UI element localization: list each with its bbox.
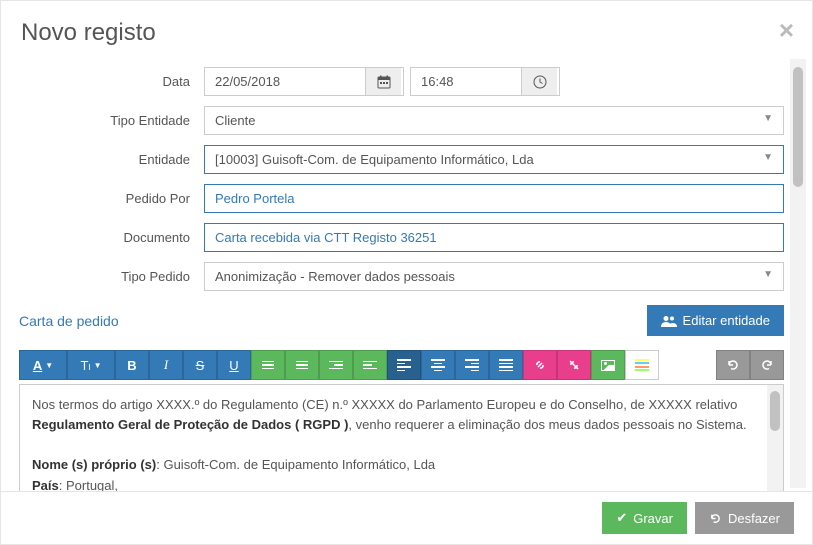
chevron-down-icon: ▼ (753, 263, 783, 290)
editor-text: , venho requerer a eliminação dos meus d… (348, 417, 746, 432)
close-icon[interactable]: × (779, 17, 794, 43)
check-icon: ✔ (616, 510, 627, 526)
undo-button[interactable] (716, 350, 750, 380)
desfazer-button[interactable]: Desfazer (695, 502, 794, 534)
editor-scrollbar[interactable] (767, 385, 783, 491)
chevron-down-icon: ▼ (753, 107, 783, 134)
unlink-button[interactable] (557, 350, 591, 380)
editar-entidade-button[interactable]: Editar entidade (647, 305, 784, 336)
align-center-button[interactable] (421, 350, 455, 380)
modal-title: Novo registo (21, 19, 792, 47)
pais-value: : Portugal, (59, 478, 118, 491)
clock-icon[interactable] (521, 68, 557, 95)
gravar-button[interactable]: ✔ Gravar (602, 502, 687, 534)
desfazer-label: Desfazer (728, 511, 780, 526)
bold-button[interactable]: B (115, 350, 149, 380)
nome-label: Nome (s) próprio (s) (32, 457, 156, 472)
outdent-button[interactable] (319, 350, 353, 380)
users-icon (661, 315, 677, 327)
date-input[interactable] (205, 68, 365, 95)
editar-entidade-label: Editar entidade (683, 313, 770, 328)
label-documento: Documento (19, 230, 204, 245)
entidade-select[interactable]: [10003] Guisoft-Com. de Equipamento Info… (204, 145, 784, 174)
highlight-button[interactable] (625, 350, 659, 380)
carta-pedido-link[interactable]: Carta de pedido (19, 313, 119, 329)
image-button[interactable] (591, 350, 625, 380)
link-button[interactable] (523, 350, 557, 380)
undo-icon (709, 512, 722, 525)
editor-text: Nos termos do artigo XXXX.º do Regulamen… (32, 397, 737, 412)
tipo-entidade-select[interactable]: Cliente ▼ (204, 106, 784, 135)
label-data: Data (19, 74, 204, 89)
chevron-down-icon: ▼ (753, 146, 783, 173)
strike-button[interactable]: S (183, 350, 217, 380)
calendar-icon[interactable] (365, 68, 401, 95)
nome-value: : Guisoft-Com. de Equipamento Informátic… (156, 457, 435, 472)
gravar-label: Gravar (633, 511, 673, 526)
label-tipo-pedido: Tipo Pedido (19, 269, 204, 284)
entidade-value: [10003] Guisoft-Com. de Equipamento Info… (205, 146, 753, 173)
label-tipo-entidade: Tipo Entidade (19, 113, 204, 128)
tipo-pedido-value: Anonimização - Remover dados pessoais (205, 263, 753, 290)
modal-scrollbar[interactable] (790, 59, 806, 488)
align-left-button[interactable] (387, 350, 421, 380)
tipo-entidade-value: Cliente (205, 107, 753, 134)
list-ol-button[interactable] (285, 350, 319, 380)
font-color-button[interactable]: A▼ (19, 350, 67, 380)
italic-button[interactable]: I (149, 350, 183, 380)
editor-toolbar: A▼ TI▼ B I S U (19, 350, 784, 380)
indent-button[interactable] (353, 350, 387, 380)
pedido-por-input[interactable] (205, 185, 783, 212)
editor-content[interactable]: Nos termos do artigo XXXX.º do Regulamen… (20, 385, 767, 491)
align-right-button[interactable] (455, 350, 489, 380)
time-input[interactable] (411, 68, 521, 95)
label-entidade: Entidade (19, 152, 204, 167)
font-size-button[interactable]: TI▼ (67, 350, 115, 380)
align-justify-button[interactable] (489, 350, 523, 380)
list-ul-button[interactable] (251, 350, 285, 380)
documento-input[interactable] (205, 224, 783, 251)
redo-button[interactable] (750, 350, 784, 380)
tipo-pedido-select[interactable]: Anonimização - Remover dados pessoais ▼ (204, 262, 784, 291)
label-pedido-por: Pedido Por (19, 191, 204, 206)
editor-text-bold: Regulamento Geral de Proteção de Dados (… (32, 417, 348, 432)
pais-label: País (32, 478, 59, 491)
underline-button[interactable]: U (217, 350, 251, 380)
